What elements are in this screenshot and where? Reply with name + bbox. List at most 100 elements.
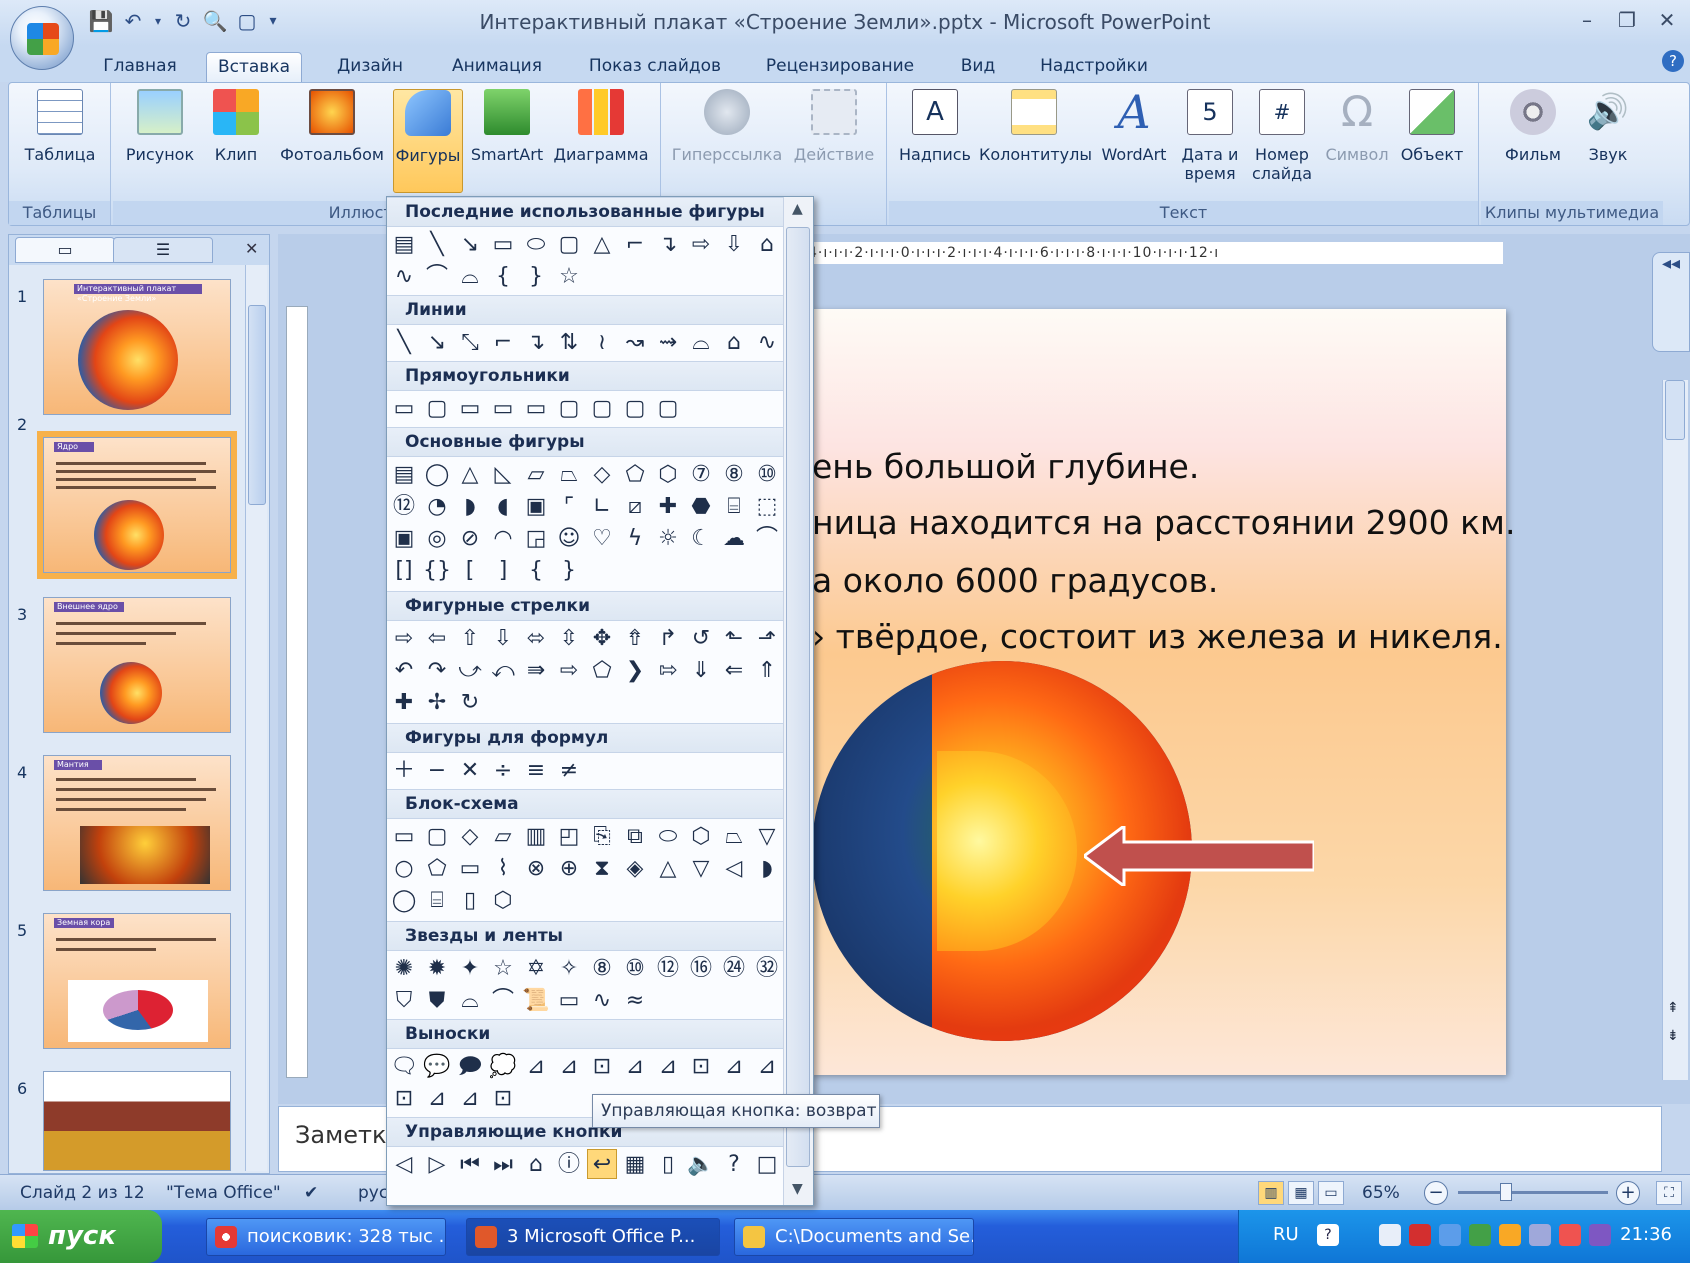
star7-icon[interactable]: ✧ — [554, 953, 584, 983]
ribbon-down-icon[interactable]: ⛊ — [422, 985, 452, 1015]
language-status[interactable]: рус — [358, 1183, 388, 1203]
clip-button[interactable]: Клип — [209, 89, 263, 164]
slide-thumbnail-3[interactable]: Внешнее ядро — [43, 597, 231, 733]
predefined-process-icon[interactable]: ▥ — [521, 821, 551, 851]
tab-slideshow[interactable]: Показ слайдов — [580, 52, 730, 82]
collate-icon[interactable]: ⧗ — [587, 853, 617, 883]
data-icon[interactable]: ▱ — [488, 821, 518, 851]
decagon-icon[interactable]: ⑩ — [752, 459, 782, 489]
line-icon[interactable]: ╲ — [389, 327, 419, 357]
star12-icon[interactable]: ⑫ — [653, 953, 683, 983]
diagonal-stripe-icon[interactable]: ⧄ — [620, 491, 650, 521]
line-callout3-icon[interactable]: ⊡ — [587, 1051, 617, 1081]
action-home-icon[interactable]: ⌂ — [521, 1149, 551, 1179]
circular-arrow-icon[interactable]: ↻ — [455, 687, 485, 717]
taskbar-powerpoint[interactable]: 3 Microsoft Office P... — [466, 1218, 720, 1256]
tab-insert[interactable]: Вставка — [206, 52, 302, 82]
action-custom-icon[interactable]: □ — [752, 1149, 782, 1179]
curved-arrow-icon[interactable]: ↝ — [620, 327, 650, 357]
round-two-rect-icon[interactable]: ▢ — [620, 393, 650, 423]
line-callout4-icon[interactable]: ⊿ — [620, 1051, 650, 1081]
line-callout11-icon[interactable]: ⊿ — [455, 1083, 485, 1113]
heart-icon[interactable]: ♡ — [587, 523, 617, 553]
horizontal-scroll-icon[interactable]: ▭ — [554, 985, 584, 1015]
multidocument-icon[interactable]: ⧉ — [620, 821, 650, 851]
down-arrow-icon[interactable]: ⇩ — [488, 623, 518, 653]
smiley-icon[interactable]: ☺ — [554, 523, 584, 553]
movie-button[interactable]: Фильм — [1497, 89, 1569, 164]
notched-right-arrow-icon[interactable]: ⇨ — [554, 655, 584, 685]
manual-input-icon[interactable]: ⏢ — [719, 821, 749, 851]
action-help-icon[interactable]: ? — [719, 1149, 749, 1179]
slide-thumbnail-5[interactable]: Земная кора — [43, 913, 231, 1049]
hyperlink-button[interactable]: Гиперссылка — [669, 89, 785, 164]
can-icon[interactable]: ⌸ — [719, 491, 749, 521]
vertical-scroll-icon[interactable]: 📜 — [521, 985, 551, 1015]
not-equal-icon[interactable]: ≠ — [554, 755, 584, 785]
rounded-callout-icon[interactable]: 💬 — [422, 1051, 452, 1081]
star16-icon[interactable]: ⑯ — [686, 953, 716, 983]
taskbar-browser[interactable]: поисковик: 328 тыс ... — [206, 1218, 446, 1256]
symbol-button[interactable]: Ω Символ — [1321, 89, 1393, 165]
left-brace-icon[interactable]: { — [488, 261, 518, 291]
chevron-icon[interactable]: ❯ — [620, 655, 650, 685]
start-button[interactable]: пуск — [0, 1210, 162, 1263]
line-shape-icon[interactable]: ╲ — [422, 229, 452, 259]
half-frame-icon[interactable]: ⌜ — [554, 491, 584, 521]
trapezoid-icon[interactable]: ⏢ — [554, 459, 584, 489]
plaque-icon[interactable]: ⬣ — [686, 491, 716, 521]
header-footer-button[interactable]: Колонтитулы — [979, 89, 1092, 164]
tab-design[interactable]: Дизайн — [326, 52, 414, 82]
round-diag-rect-icon[interactable]: ▢ — [653, 393, 683, 423]
rounded-rect-shape-icon[interactable]: ▢ — [554, 229, 584, 259]
striped-right-arrow-icon[interactable]: ⇛ — [521, 655, 551, 685]
bevel-icon[interactable]: ▣ — [389, 523, 419, 553]
app-tray-icon[interactable] — [1589, 1224, 1611, 1246]
delay-icon[interactable]: ◗ — [752, 853, 782, 883]
users-tray-icon[interactable] — [1499, 1224, 1521, 1246]
lightning-icon[interactable]: ϟ — [620, 523, 650, 553]
smartart-button[interactable]: SmartArt — [467, 89, 547, 164]
double-arrow-icon[interactable]: ⤡ — [455, 327, 485, 357]
merge-icon[interactable]: ▽ — [686, 853, 716, 883]
curved-double-arrow-icon[interactable]: ⇝ — [653, 327, 683, 357]
equal-icon[interactable]: ≡ — [521, 755, 551, 785]
update-tray-icon[interactable] — [1559, 1224, 1581, 1246]
right-bracket-icon[interactable]: ] — [488, 555, 518, 585]
line-callout7-icon[interactable]: ⊿ — [719, 1051, 749, 1081]
diamond-icon[interactable]: ◇ — [587, 459, 617, 489]
no-symbol-icon[interactable]: ⊘ — [455, 523, 485, 553]
freeform-icon[interactable]: ⌂ — [719, 327, 749, 357]
extract-icon[interactable]: △ — [653, 853, 683, 883]
connector-icon[interactable]: ○ — [389, 853, 419, 883]
line-callout12-icon[interactable]: ⊡ — [488, 1083, 518, 1113]
manual-operation-icon[interactable]: ▽ — [752, 821, 782, 851]
theme-name[interactable]: "Тема Office" — [166, 1183, 281, 1203]
up-callout-arrow-icon[interactable]: ⇑ — [752, 655, 782, 685]
next-slide-icon[interactable]: ⇟ — [1667, 1028, 1679, 1044]
slide-canvas[interactable]: ень большой глубине. ница находится на р… — [812, 309, 1515, 1075]
right-arrow-icon[interactable]: ⇨ — [389, 623, 419, 653]
folded-corner-icon[interactable]: ◲ — [521, 523, 551, 553]
line-callout5-icon[interactable]: ⊿ — [653, 1051, 683, 1081]
action-beginning-icon[interactable]: ⏮ — [455, 1149, 485, 1179]
pie-icon[interactable]: ◔ — [422, 491, 452, 521]
star-shape-icon[interactable]: ☆ — [554, 261, 584, 291]
divide-icon[interactable]: ÷ — [488, 755, 518, 785]
curved-ribbon-down-icon[interactable]: ⌒ — [488, 985, 518, 1015]
heptagon-icon[interactable]: ⑦ — [686, 459, 716, 489]
date-time-button[interactable]: 5 Дата и время — [1177, 89, 1243, 183]
scribble-shape-icon[interactable]: ∿ — [389, 261, 419, 291]
document-icon[interactable]: ⎘ — [587, 821, 617, 851]
panel-close-icon[interactable]: ✕ — [245, 239, 258, 258]
stored-data-icon[interactable]: ◁ — [719, 853, 749, 883]
right-brace-icon[interactable]: } — [554, 555, 584, 585]
tab-addins[interactable]: Надстройки — [1034, 52, 1154, 82]
slide-thumbnail-4[interactable]: Мантия — [43, 755, 231, 891]
direct-access-icon[interactable]: ▯ — [455, 885, 485, 915]
double-bracket-icon[interactable]: [] — [389, 555, 419, 585]
action-sound-icon[interactable]: 🔈 — [686, 1149, 716, 1179]
left-callout-arrow-icon[interactable]: ⇐ — [719, 655, 749, 685]
left-right-callout-icon[interactable]: ✚ — [389, 687, 419, 717]
wordart-button[interactable]: A WordArt — [1095, 89, 1173, 164]
